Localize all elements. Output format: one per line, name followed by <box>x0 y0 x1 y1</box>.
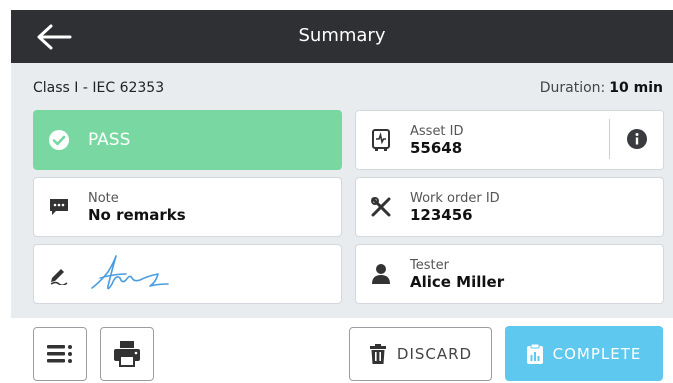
asset-card: Asset ID 55648 <box>355 110 664 170</box>
summary-subheader: Class I - IEC 62353 Duration: 10 min <box>11 63 673 109</box>
menu-list-button[interactable] <box>33 327 87 381</box>
check-circle-icon <box>48 129 70 151</box>
print-button[interactable] <box>100 327 154 381</box>
trash-icon <box>369 344 387 364</box>
page-title: Summary <box>298 25 386 46</box>
complete-button[interactable]: COMPLETE <box>505 326 663 381</box>
discard-label: DISCARD <box>396 345 473 363</box>
duration-value: 10 min <box>609 80 663 96</box>
duration-info: Duration: 10 min <box>540 80 663 96</box>
note-value: No remarks <box>88 205 186 224</box>
result-card: PASS <box>33 110 342 170</box>
printer-icon <box>114 341 140 367</box>
test-class-label: Class I - IEC 62353 <box>33 80 165 96</box>
complete-label: COMPLETE <box>552 344 642 363</box>
duration-label: Duration: <box>539 80 606 96</box>
note-label: Note <box>88 190 119 206</box>
comment-icon <box>48 197 70 217</box>
work-order-label: Work order ID <box>410 190 500 206</box>
action-footer: DISCARD COMPLETE <box>11 318 673 383</box>
work-order-card[interactable]: Work order ID 123456 <box>355 177 664 237</box>
result-status: PASS <box>88 130 131 150</box>
asset-info-button[interactable] <box>609 119 663 159</box>
tester-value: Alice Miller <box>410 272 505 291</box>
tester-label: Tester <box>410 257 449 273</box>
signature-image <box>91 255 169 290</box>
app-window: Summary Class I - IEC 62353 Duration: 10 … <box>11 10 673 383</box>
asset-id-label: Asset ID <box>410 123 464 139</box>
asset-id-value: 55648 <box>410 138 463 157</box>
info-icon <box>626 129 647 149</box>
signature-card[interactable] <box>33 244 342 304</box>
device-icon <box>370 129 392 151</box>
top-bar: Summary <box>11 10 673 63</box>
tester-card[interactable]: Tester Alice Miller <box>355 244 664 304</box>
discard-button[interactable]: DISCARD <box>349 327 492 381</box>
pen-icon <box>48 263 70 285</box>
list-menu-icon <box>47 345 72 363</box>
clipboard-chart-icon <box>526 343 543 364</box>
note-card[interactable]: Note No remarks <box>33 177 342 237</box>
user-icon <box>370 263 392 285</box>
work-order-value: 123456 <box>410 205 473 224</box>
tools-icon <box>370 196 392 218</box>
